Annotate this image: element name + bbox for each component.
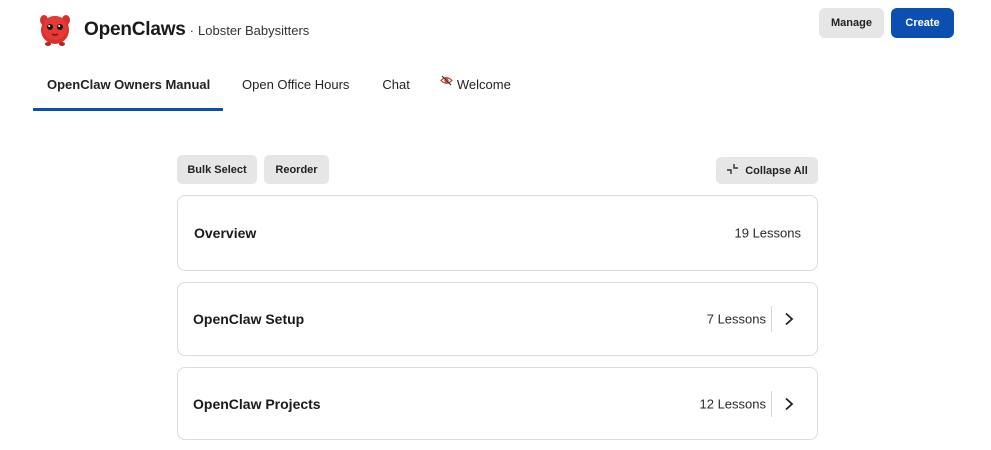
- chevron-right-icon[interactable]: [783, 397, 795, 411]
- divider: [771, 306, 772, 332]
- brand: OpenClaws · Lobster Babysitters: [84, 19, 309, 41]
- section-overview[interactable]: Overview 19 Lessons: [177, 195, 818, 271]
- section-openclaw-projects[interactable]: OpenClaw Projects 12 Lessons: [177, 367, 818, 440]
- brand-name[interactable]: OpenClaws: [84, 19, 186, 41]
- tab-chat[interactable]: Chat: [367, 60, 424, 109]
- tab-label: Welcome: [456, 77, 511, 92]
- lesson-count: 7 Lessons: [706, 311, 766, 327]
- tab-welcome[interactable]: Welcome: [425, 60, 526, 109]
- create-button[interactable]: Create: [891, 8, 954, 38]
- bulk-select-button[interactable]: Bulk Select: [177, 155, 257, 184]
- section-title: Overview: [194, 225, 257, 241]
- section-title: OpenClaw Projects: [193, 395, 321, 412]
- brand-separator: ·: [189, 23, 195, 38]
- collapse-all-label: Collapse All: [745, 164, 808, 177]
- section-openclaw-setup[interactable]: OpenClaw Setup 7 Lessons: [177, 282, 818, 356]
- tab-bar: OpenClaw Owners Manual Open Office Hours…: [33, 60, 526, 111]
- divider: [771, 390, 772, 417]
- tab-owners-manual[interactable]: OpenClaw Owners Manual: [33, 60, 223, 111]
- tab-open-office-hours[interactable]: Open Office Hours: [223, 60, 367, 109]
- collapse-all-button[interactable]: Collapse All: [716, 157, 818, 184]
- reorder-button[interactable]: Reorder: [264, 155, 329, 184]
- lobster-logo[interactable]: [36, 11, 74, 47]
- brand-subtitle: Lobster Babysitters: [198, 23, 310, 38]
- chevron-right-icon[interactable]: [783, 312, 795, 326]
- lesson-count: 19 Lessons: [734, 225, 802, 241]
- tab-label: Open Office Hours: [242, 77, 350, 92]
- section-title: OpenClaw Setup: [193, 311, 305, 327]
- tab-label: OpenClaw Owners Manual: [47, 77, 211, 92]
- app-header: OpenClaws · Lobster Babysitters Manage C…: [0, 0, 991, 60]
- lesson-count: 12 Lessons: [699, 396, 767, 411]
- eye-slash-icon: [440, 74, 453, 89]
- collapse-icon: [726, 163, 739, 178]
- manage-button[interactable]: Manage: [819, 8, 884, 38]
- tab-label: Chat: [382, 77, 410, 92]
